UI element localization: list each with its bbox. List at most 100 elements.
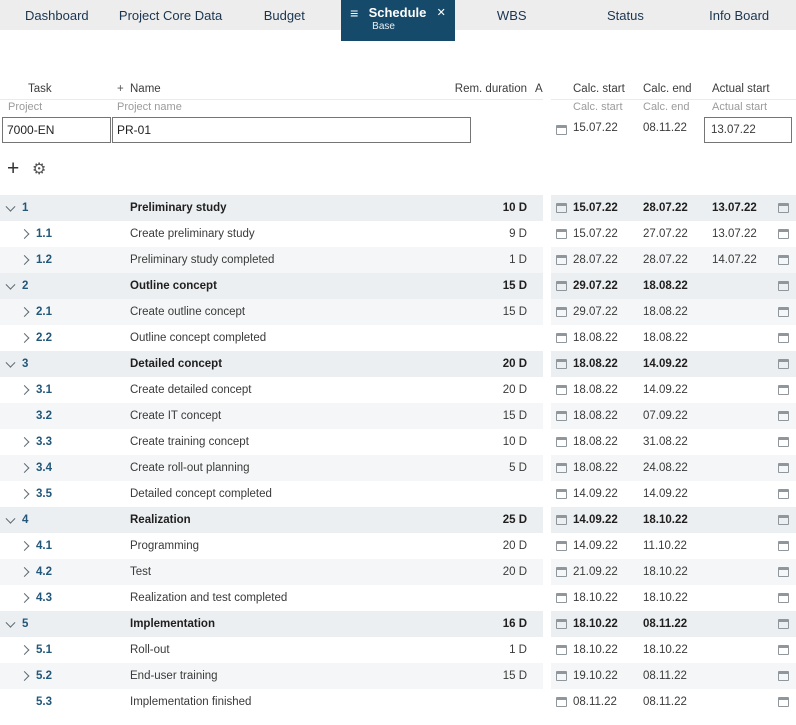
calendar-icon[interactable] bbox=[778, 203, 789, 213]
calendar-icon[interactable] bbox=[556, 333, 567, 343]
task-row[interactable]: 5.2 End-user training 15 D 19.10.22 08.11.22 bbox=[0, 663, 796, 689]
expand-chevron-icon[interactable] bbox=[19, 255, 30, 265]
task-row[interactable]: 2.2 Outline concept completed 18.08.22 18.0… bbox=[0, 325, 796, 351]
calendar-icon[interactable] bbox=[556, 281, 567, 291]
add-task-icon[interactable]: + bbox=[7, 156, 19, 182]
calendar-icon[interactable] bbox=[778, 307, 789, 317]
task-row[interactable]: 3.5 Detailed concept completed 14.09.22 14.… bbox=[0, 481, 796, 507]
task-row[interactable]: 4.2 Test 20 D 21.09.22 18.10.22 bbox=[0, 559, 796, 585]
calendar-icon[interactable] bbox=[778, 359, 789, 369]
project-actual-start-field[interactable]: 13.07.22 bbox=[704, 117, 792, 143]
task-row-left: 3.2 Create IT concept 15 D bbox=[0, 403, 543, 429]
task-row[interactable]: 4 Realization 25 D 14.09.22 18.10.22 bbox=[0, 507, 796, 533]
collapse-chevron-icon[interactable] bbox=[5, 617, 16, 628]
task-calc-start: 14.09.22 bbox=[573, 488, 618, 500]
expand-chevron-icon[interactable] bbox=[19, 229, 30, 239]
calendar-icon[interactable] bbox=[778, 645, 789, 655]
task-row[interactable]: 1 Preliminary study 10 D 15.07.22 28.07.22 13… bbox=[0, 195, 796, 221]
task-row[interactable]: 1.2 Preliminary study completed 1 D 28.07.2… bbox=[0, 247, 796, 273]
calendar-icon[interactable] bbox=[556, 671, 567, 681]
calendar-icon[interactable] bbox=[556, 125, 567, 135]
expand-chevron-icon[interactable] bbox=[19, 307, 30, 317]
calendar-icon[interactable] bbox=[778, 255, 789, 265]
expand-chevron-icon[interactable] bbox=[19, 593, 30, 603]
calendar-icon[interactable] bbox=[556, 203, 567, 213]
task-number: 2 bbox=[22, 280, 29, 292]
task-row[interactable]: 2.1 Create outline concept 15 D 29.07.22 18.… bbox=[0, 299, 796, 325]
task-row-left: 5.2 End-user training 15 D bbox=[0, 663, 543, 689]
expand-chevron-icon[interactable] bbox=[19, 463, 30, 473]
calendar-icon[interactable] bbox=[778, 437, 789, 447]
calendar-icon[interactable] bbox=[778, 567, 789, 577]
toolbar-left: + ⚙ bbox=[0, 156, 543, 186]
expand-chevron-icon[interactable] bbox=[19, 385, 30, 395]
gear-icon[interactable]: ⚙ bbox=[32, 158, 46, 182]
calendar-icon[interactable] bbox=[778, 541, 789, 551]
calendar-icon[interactable] bbox=[556, 359, 567, 369]
task-row[interactable]: 3.2 Create IT concept 15 D 18.08.22 07.09.22 bbox=[0, 403, 796, 429]
expand-chevron-icon[interactable] bbox=[19, 671, 30, 681]
calendar-icon[interactable] bbox=[778, 593, 789, 603]
calendar-icon[interactable] bbox=[556, 593, 567, 603]
calendar-icon[interactable] bbox=[556, 619, 567, 629]
calendar-icon[interactable] bbox=[556, 255, 567, 265]
calendar-icon[interactable] bbox=[778, 489, 789, 499]
tab-status[interactable]: Status bbox=[569, 0, 683, 30]
calendar-icon[interactable] bbox=[778, 515, 789, 525]
project-name-input[interactable] bbox=[112, 117, 471, 143]
task-row[interactable]: 4.3 Realization and test completed 18.10.2… bbox=[0, 585, 796, 611]
expand-chevron-icon[interactable] bbox=[19, 489, 30, 499]
close-tab-icon[interactable]: ✕ bbox=[437, 7, 446, 19]
calendar-icon[interactable] bbox=[778, 385, 789, 395]
calendar-icon[interactable] bbox=[778, 463, 789, 473]
calendar-icon[interactable] bbox=[778, 411, 789, 421]
task-row[interactable]: 5 Implementation 16 D 18.10.22 08.11.22 bbox=[0, 611, 796, 637]
task-calc-start: 18.10.22 bbox=[573, 644, 618, 656]
expand-chevron-icon[interactable] bbox=[19, 333, 30, 343]
tab-budget[interactable]: Budget bbox=[227, 0, 341, 30]
tab-schedule[interactable]: ≡ Schedule ✕ Base bbox=[341, 0, 455, 41]
calendar-icon[interactable] bbox=[556, 567, 567, 577]
expand-chevron-icon[interactable] bbox=[19, 567, 30, 577]
task-row[interactable]: 3.1 Create detailed concept 20 D 18.08.22 14… bbox=[0, 377, 796, 403]
calendar-icon[interactable] bbox=[556, 229, 567, 239]
task-row[interactable]: 5.1 Roll-out 1 D 18.10.22 18.10.22 bbox=[0, 637, 796, 663]
task-row[interactable]: 3.4 Create roll-out planning 5 D 18.08.22 24… bbox=[0, 455, 796, 481]
calendar-icon[interactable] bbox=[556, 515, 567, 525]
collapse-chevron-icon[interactable] bbox=[5, 201, 16, 212]
calendar-icon[interactable] bbox=[556, 437, 567, 447]
task-row[interactable]: 2 Outline concept 15 D 29.07.22 18.08.22 bbox=[0, 273, 796, 299]
task-row[interactable]: 4.1 Programming 20 D 14.09.22 11.10.22 bbox=[0, 533, 796, 559]
collapse-chevron-icon[interactable] bbox=[5, 513, 16, 524]
expand-chevron-icon[interactable] bbox=[19, 437, 30, 447]
collapse-chevron-icon[interactable] bbox=[5, 357, 16, 368]
calendar-icon[interactable] bbox=[778, 229, 789, 239]
calendar-icon[interactable] bbox=[778, 281, 789, 291]
calendar-icon[interactable] bbox=[556, 411, 567, 421]
calendar-icon[interactable] bbox=[556, 697, 567, 707]
tab-info-board[interactable]: Info Board bbox=[682, 0, 796, 30]
task-row[interactable]: 3.3 Create training concept 10 D 18.08.22 31… bbox=[0, 429, 796, 455]
tab-wbs[interactable]: WBS bbox=[455, 0, 569, 30]
collapse-chevron-icon[interactable] bbox=[5, 279, 16, 290]
task-row[interactable]: 5.3 Implementation finished 08.11.22 08.11.… bbox=[0, 689, 796, 715]
calendar-icon[interactable] bbox=[556, 645, 567, 655]
task-row[interactable]: 1.1 Create preliminary study 9 D 15.07.22 27… bbox=[0, 221, 796, 247]
calendar-icon[interactable] bbox=[778, 671, 789, 681]
calendar-icon[interactable] bbox=[778, 697, 789, 707]
calendar-icon[interactable] bbox=[556, 385, 567, 395]
calendar-icon[interactable] bbox=[778, 333, 789, 343]
calendar-icon[interactable] bbox=[778, 619, 789, 629]
project-id-input[interactable] bbox=[2, 117, 111, 143]
tab-project-core-data[interactable]: Project Core Data bbox=[114, 0, 228, 30]
expand-chevron-icon[interactable] bbox=[19, 645, 30, 655]
task-row[interactable]: 3 Detailed concept 20 D 18.08.22 14.09.22 bbox=[0, 351, 796, 377]
calendar-icon[interactable] bbox=[556, 307, 567, 317]
calendar-icon[interactable] bbox=[556, 463, 567, 473]
calendar-icon[interactable] bbox=[556, 541, 567, 551]
expand-chevron-icon[interactable] bbox=[19, 541, 30, 551]
calendar-icon[interactable] bbox=[556, 489, 567, 499]
add-column-icon[interactable]: + bbox=[117, 83, 124, 95]
tab-dashboard[interactable]: Dashboard bbox=[0, 0, 114, 30]
menu-icon[interactable]: ≡ bbox=[350, 6, 358, 20]
